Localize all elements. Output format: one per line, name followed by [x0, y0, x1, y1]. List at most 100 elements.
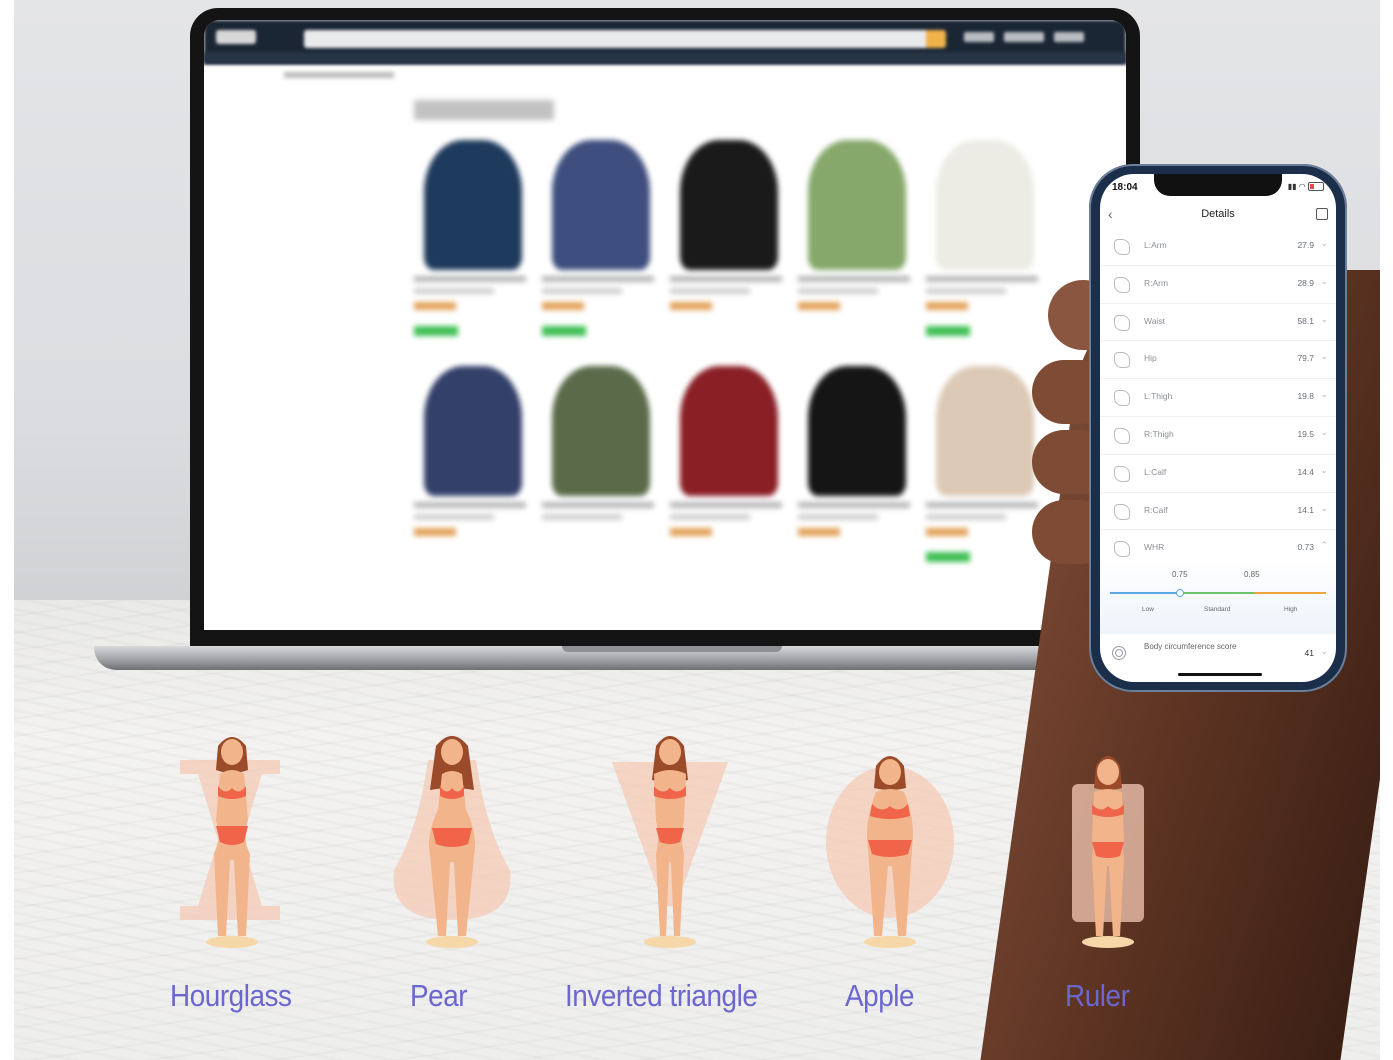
measurement-row-waist[interactable]: Waist 58.1 ⌄	[1100, 304, 1336, 342]
chevron-down-icon[interactable]: ⌄	[1320, 427, 1328, 438]
phone-screen: 18:04 ▮▮ ◠ ‹ Details L:Arm 27.9 ⌄ R:Arm 28.…	[1100, 174, 1336, 682]
shape-label-inverted-triangle: Inverted triangle	[565, 978, 758, 1013]
measurement-label: Hip	[1144, 353, 1157, 364]
chevron-up-icon[interactable]: ⌃	[1320, 540, 1328, 551]
measurement-value: 19.5	[1297, 428, 1314, 439]
search-input[interactable]	[304, 30, 944, 48]
measurement-label: L:Calf	[1144, 466, 1167, 477]
laptop	[190, 8, 1140, 648]
score-value: 41	[1304, 648, 1314, 658]
battery-icon	[1308, 182, 1324, 192]
status-time: 18:04	[1112, 182, 1138, 193]
scale-tick: 0.75	[1172, 570, 1188, 579]
wifi-icon: ◠	[1298, 182, 1306, 191]
hourglass-shape-icon	[162, 730, 302, 950]
smartphone: 18:04 ▮▮ ◠ ‹ Details L:Arm 27.9 ⌄ R:Arm 28.…	[1089, 164, 1347, 692]
product-card[interactable]	[542, 366, 660, 576]
calf-icon	[1114, 465, 1130, 482]
home-indicator	[1178, 673, 1262, 676]
whr-scale-panel: 0.75 0.85 Low Standard High	[1100, 560, 1336, 634]
measurement-label: R:Calf	[1144, 504, 1168, 515]
measurement-row-hip[interactable]: Hip 79.7 ⌄	[1100, 341, 1336, 380]
store-subnav	[204, 52, 1126, 64]
arm-icon	[1114, 239, 1130, 255]
score-label: Body circumference score	[1144, 642, 1237, 651]
measurement-label: R:Arm	[1144, 277, 1169, 288]
measurement-label: L:Thigh	[1144, 391, 1173, 402]
laptop-base	[94, 646, 1094, 670]
chevron-down-icon[interactable]: ⌄	[1320, 351, 1328, 362]
waist-icon	[1114, 314, 1130, 331]
product-card[interactable]	[542, 140, 660, 350]
measurement-row-r-arm[interactable]: R:Arm 28.9 ⌄	[1100, 266, 1336, 304]
whr-marker	[1176, 589, 1184, 597]
chevron-down-icon[interactable]: ⌄	[1320, 314, 1328, 325]
measurement-value: 19.8	[1297, 391, 1314, 402]
measurement-row-l-arm[interactable]: L:Arm 27.9 ⌄	[1100, 228, 1336, 266]
page-title: Details	[1201, 208, 1235, 220]
measurement-value: 0.73	[1297, 542, 1314, 553]
product-card[interactable]	[926, 140, 1044, 350]
chevron-down-icon[interactable]: ⌄	[1320, 276, 1328, 287]
thigh-icon	[1114, 390, 1130, 407]
nav-item[interactable]	[1054, 32, 1084, 42]
results-header	[414, 100, 554, 120]
phone-notch	[1154, 174, 1282, 196]
product-card[interactable]	[670, 366, 788, 576]
product-card[interactable]	[926, 366, 1044, 576]
product-card[interactable]	[798, 366, 916, 576]
scale-level-label: Low	[1142, 606, 1154, 613]
chevron-down-icon[interactable]: ⌄	[1320, 389, 1328, 400]
measurement-row-l-thigh[interactable]: L:Thigh 19.8 ⌄	[1100, 379, 1336, 417]
ruler-shape-icon	[1038, 730, 1178, 950]
inverted-triangle-shape-icon	[600, 730, 740, 950]
shape-label-hourglass: Hourglass	[170, 978, 292, 1013]
nav-item[interactable]	[964, 32, 994, 42]
laptop-screen-blurred-shopping-page	[204, 20, 1126, 630]
apple-shape-icon	[820, 730, 960, 950]
scale-high-segment	[1254, 592, 1326, 594]
product-card[interactable]	[670, 140, 788, 350]
measurement-value: 27.9	[1297, 240, 1314, 250]
shape-label-ruler: Ruler	[1065, 978, 1130, 1013]
measurement-value: 14.1	[1297, 504, 1314, 515]
share-icon[interactable]	[1316, 208, 1328, 220]
measurement-row-r-thigh[interactable]: R:Thigh 19.5 ⌄	[1100, 417, 1336, 455]
product-card[interactable]	[414, 366, 532, 576]
body-circumference-score-row[interactable]: Body circumference score 41 ⌄	[1100, 636, 1336, 672]
chevron-down-icon[interactable]: ⌄	[1320, 503, 1328, 514]
nav-item[interactable]	[1004, 32, 1044, 42]
search-icon[interactable]	[926, 30, 946, 48]
thigh-icon	[1114, 427, 1130, 444]
signal-icon: ▮▮	[1287, 182, 1297, 191]
whr-icon	[1114, 541, 1130, 558]
status-icons: ▮▮ ◠	[1287, 182, 1324, 192]
scale-standard-segment	[1182, 592, 1254, 594]
product-card[interactable]	[414, 140, 532, 350]
measurement-value: 79.7	[1297, 353, 1314, 364]
hip-icon	[1114, 352, 1130, 369]
measurement-label: L:Arm	[1144, 240, 1167, 250]
chevron-down-icon[interactable]: ⌄	[1320, 238, 1328, 249]
measurement-value: 28.9	[1297, 277, 1314, 288]
store-logo-icon	[216, 30, 256, 44]
breadcrumb	[284, 72, 394, 78]
measurement-value: 14.4	[1297, 466, 1314, 477]
measurement-label: WHR	[1144, 542, 1165, 553]
measurement-row-l-calf[interactable]: L:Calf 14.4 ⌄	[1100, 455, 1336, 493]
chevron-down-icon[interactable]: ⌄	[1320, 465, 1328, 476]
scale-level-label: Standard	[1204, 606, 1231, 613]
measurement-label: Waist	[1144, 315, 1165, 326]
chevron-down-icon[interactable]: ⌄	[1320, 646, 1328, 657]
calf-icon	[1114, 503, 1130, 520]
shape-label-pear: Pear	[410, 978, 468, 1013]
measurement-row-r-calf[interactable]: R:Calf 14.1 ⌄	[1100, 493, 1336, 531]
pear-shape-icon	[382, 730, 522, 950]
product-scene: 18:04 ▮▮ ◠ ‹ Details L:Arm 27.9 ⌄ R:Arm 28.…	[14, 0, 1380, 1060]
target-icon	[1112, 646, 1126, 660]
shape-label-apple: Apple	[845, 978, 915, 1013]
scale-level-label: High	[1284, 606, 1298, 613]
measurement-value: 58.1	[1297, 315, 1314, 326]
whr-scale-bar	[1110, 589, 1326, 597]
product-card[interactable]	[798, 140, 916, 350]
